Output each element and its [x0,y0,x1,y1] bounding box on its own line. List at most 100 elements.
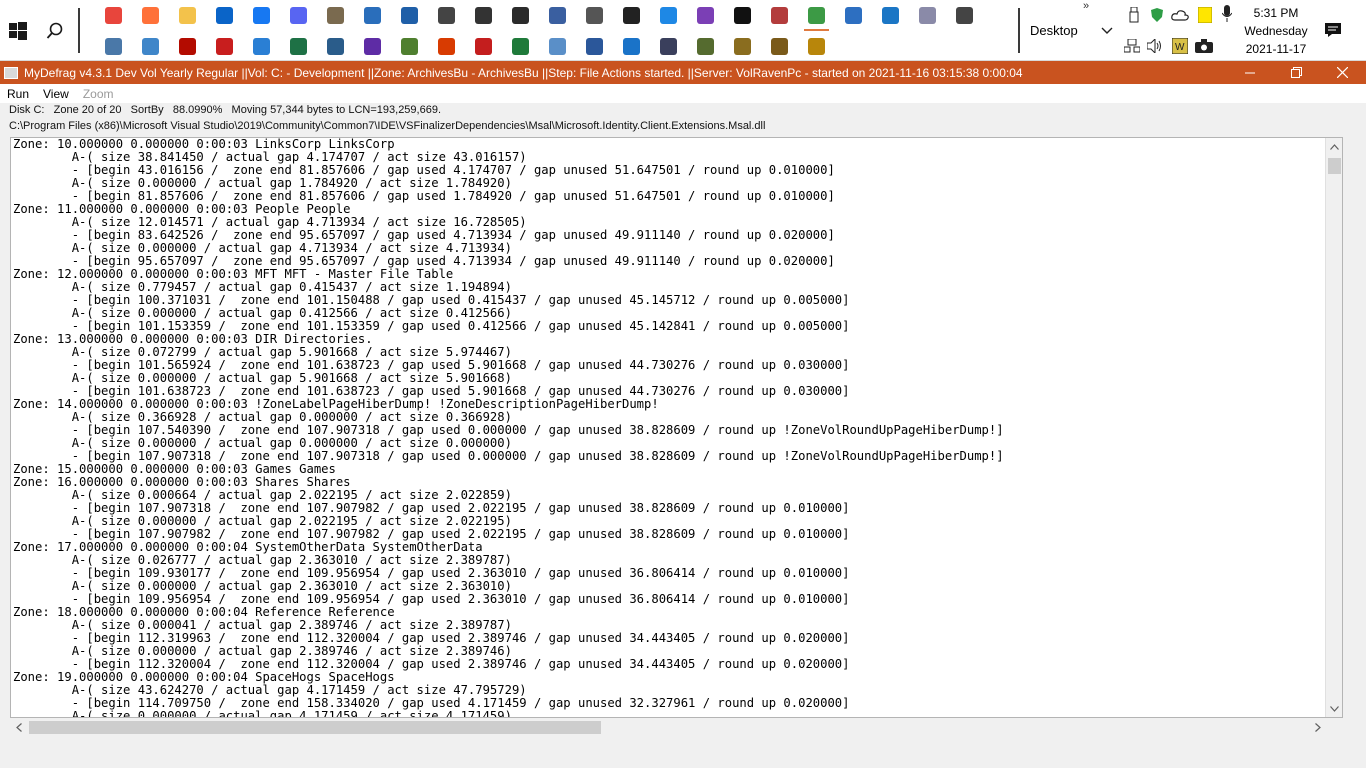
restore-button[interactable] [1273,61,1319,84]
discord-icon[interactable] [285,2,312,28]
close-button[interactable] [1319,61,1365,84]
sync-icon[interactable] [618,33,645,59]
horizontal-scrollbar[interactable] [10,719,1326,736]
remote-desktop-icon[interactable] [840,2,867,28]
script-icon[interactable] [692,33,719,59]
scroll-down-arrow-icon[interactable] [1326,700,1342,717]
log-line: - [begin 95.657097 / zone end 95.657097 … [13,255,835,268]
word-icon-glyph [586,37,603,55]
settings-icon-glyph [956,6,973,24]
scanner-icon[interactable] [433,2,460,28]
search-button[interactable] [38,0,72,61]
log-text-area[interactable]: Zone: 10.000000 0.000000 0:00:03 LinksCo… [10,137,1343,718]
horizontal-scroll-thumb[interactable] [29,721,601,734]
vscode-icon[interactable] [655,2,682,28]
paint-icon[interactable] [803,2,830,28]
clock[interactable]: 5:31 PM Wednesday 2021-11-17 [1240,4,1312,58]
menu-view[interactable]: View [36,87,76,101]
excel-green-icon[interactable] [285,33,312,59]
log-line: - [begin 109.930177 / zone end 109.95695… [13,567,850,580]
window-titlebar[interactable]: MyDefrag v4.3.1 Dev Vol Yearly Regular |… [0,61,1366,84]
network-tool-icon[interactable] [877,2,904,28]
diagram-tool-icon-glyph [364,6,381,24]
word-icon[interactable] [581,33,608,59]
acrobat-reader-icon[interactable] [174,33,201,59]
gimp-icon[interactable] [322,2,349,28]
usb-drive-icon[interactable] [1125,6,1143,24]
registry-icon[interactable] [914,2,941,28]
calendar-icon[interactable] [544,2,571,28]
menu-run[interactable]: Run [0,87,36,101]
log-line: Zone: 14.000000 0.000000 0:00:03 !ZoneLa… [13,398,659,411]
todo-icon[interactable] [248,33,275,59]
overflow-chevron-icon[interactable]: » [1083,0,1089,12]
todo-icon-glyph [253,37,270,55]
cloud-icon[interactable] [1171,6,1189,24]
log-line: A-( size 0.000664 / actual gap 2.022195 … [13,489,512,502]
printer-icon[interactable] [470,2,497,28]
calendar-icon-glyph [549,6,566,24]
terminal-icon[interactable] [618,2,645,28]
vertical-scrollbar[interactable] [1325,138,1342,717]
outlook-icon[interactable] [211,2,238,28]
start-button[interactable] [0,0,36,61]
messenger-icon[interactable] [248,2,275,28]
vertical-scroll-thumb[interactable] [1328,158,1341,174]
gimp-icon-glyph [327,6,344,24]
taskbar: » Desktop W 5:31 PM Wednesday 2021-11-17 [0,0,1366,61]
acrobat-icon[interactable] [470,33,497,59]
microphone-icon[interactable] [1218,5,1236,23]
security-shield-icon[interactable] [1148,6,1166,24]
action-center-button[interactable] [1320,18,1346,42]
photo-viewer-icon[interactable] [396,2,423,28]
mydefrag-gui-icon[interactable] [803,29,830,59]
camera-app-icon[interactable] [507,2,534,28]
notes-icon[interactable] [766,33,793,59]
task-manager-icon[interactable] [100,33,127,59]
log-line: A-( size 0.000000 / actual gap 4.713934 … [13,242,512,255]
clock-app-icon[interactable] [581,2,608,28]
chrome-icon[interactable] [100,2,127,28]
office-icon[interactable] [433,33,460,59]
camera-tray-icon[interactable] [1195,37,1213,55]
clock-time: 5:31 PM [1253,6,1299,20]
scroll-up-arrow-icon[interactable] [1326,138,1342,155]
command-prompt-icon[interactable] [729,2,756,28]
app-icon[interactable] [4,66,18,79]
mydefrag-icon[interactable] [766,2,793,28]
notepad-icon[interactable] [544,33,571,59]
firefox-icon[interactable] [137,2,164,28]
chevron-down-icon[interactable] [1100,20,1116,40]
visual-studio-icon-glyph [697,6,714,24]
scanner-icon-glyph [438,6,455,24]
desktop-toolbar[interactable]: Desktop [1030,20,1078,40]
palm-tree-icon[interactable] [396,33,423,59]
volume-icon[interactable] [1146,37,1164,55]
code-editor-icon[interactable] [655,33,682,59]
file-explorer-icon[interactable] [174,2,201,28]
media-player-icon[interactable] [359,33,386,59]
scroll-left-arrow-icon[interactable] [10,719,27,736]
visual-studio-icon[interactable] [692,2,719,28]
minimize-button[interactable] [1227,61,1273,84]
close-icon [1336,67,1348,78]
disk-tool-icon[interactable] [729,33,756,59]
log-line: Zone: 12.000000 0.000000 0:00:03 MFT MFT… [13,268,454,281]
image-viewer-icon[interactable] [322,33,349,59]
firefox-icon-glyph [142,6,159,24]
word-tray-icon[interactable]: W [1171,37,1189,55]
pinned-apps-row-2 [100,29,840,59]
log-line: A-( size 0.779457 / actual gap 0.415437 … [13,281,512,294]
log-line: - [begin 109.956954 / zone end 109.95695… [13,593,850,606]
scroll-right-arrow-icon[interactable] [1309,719,1326,736]
diagram-tool-icon[interactable] [359,2,386,28]
pdf-factory-icon[interactable] [211,33,238,59]
control-panel-icon[interactable] [137,33,164,59]
log-line: A-( size 38.841450 / actual gap 4.174707… [13,151,527,164]
sticky-note-icon[interactable] [1196,6,1214,24]
spreadsheet-icon[interactable] [507,33,534,59]
settings-icon[interactable] [951,2,978,28]
menu-zoom[interactable]: Zoom [76,87,121,101]
vscode-icon-glyph [660,6,677,24]
network-icon[interactable] [1123,37,1141,55]
